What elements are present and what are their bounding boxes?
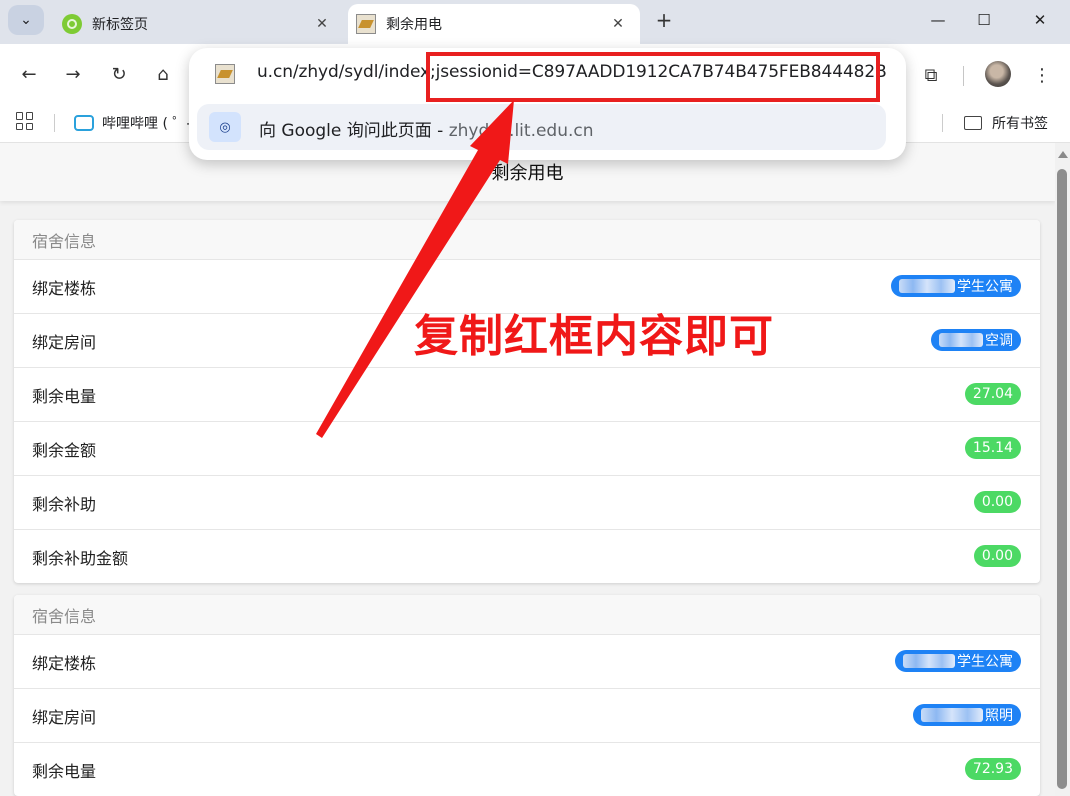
card-header: 宿舍信息 — [14, 595, 1040, 635]
list-item: 剩余电量 27.04 — [14, 368, 1040, 422]
list-item: 绑定楼栋 学生公寓 — [14, 635, 1040, 689]
tab-remaining-power[interactable]: 剩余用电 ✕ — [348, 4, 640, 44]
suggestion-domain: zhydec.lit.edu.cn — [448, 121, 594, 141]
extensions-icon[interactable]: ⧉ — [918, 62, 944, 88]
home-button[interactable]: ⌂ — [151, 62, 175, 86]
reload-button[interactable]: ↻ — [107, 62, 131, 86]
row-label: 绑定楼栋 — [32, 279, 97, 298]
page-title: 剩余用电 — [491, 163, 564, 184]
profile-avatar[interactable] — [985, 61, 1011, 87]
maximize-button[interactable]: ☐ — [970, 8, 998, 32]
page-viewport: 剩余用电 宿舍信息 绑定楼栋 学生公寓 绑定房间 空调 剩余电量 27.04 剩… — [0, 143, 1055, 796]
new-tab-button[interactable]: + — [652, 8, 676, 32]
forward-button[interactable]: → — [61, 62, 85, 86]
folder-icon — [964, 116, 982, 130]
tab-new-tab[interactable]: 新标签页 ✕ — [54, 4, 344, 44]
value-badge: 学生公寓 — [891, 275, 1021, 297]
redacted-text — [939, 333, 983, 347]
value-badge: 27.04 — [964, 383, 1021, 405]
toolbar-divider — [963, 66, 964, 86]
value-badge: 照明 — [913, 704, 1021, 726]
list-item: 剩余补助金额 0.00 — [14, 530, 1040, 583]
bookmarks-divider — [54, 114, 55, 132]
list-item: 剩余补助 0.00 — [14, 476, 1040, 530]
back-button[interactable]: ← — [17, 62, 41, 86]
tab-search-button[interactable]: ⌄ — [8, 5, 44, 35]
highlight-box — [426, 52, 880, 102]
annotation-text: 复制红框内容即可 — [414, 311, 774, 362]
suggestion-text: 向 Google 询问此页面 - zhydec.lit.edu.cn — [259, 116, 594, 141]
tab-strip: ⌄ 新标签页 ✕ 剩余用电 ✕ + — ☐ ✕ — [0, 0, 1070, 44]
row-label: 绑定楼栋 — [32, 654, 97, 673]
scroll-up-arrow-icon[interactable] — [1058, 151, 1068, 158]
site-favicon — [215, 64, 235, 84]
row-label: 剩余金额 — [32, 441, 97, 460]
scrollbar-thumb[interactable] — [1057, 169, 1067, 789]
row-label: 绑定房间 — [32, 333, 97, 352]
redacted-text — [899, 279, 955, 293]
all-bookmarks-label: 所有书签 — [992, 116, 1048, 132]
more-menu-icon[interactable]: ⋮ — [1032, 62, 1052, 88]
card-header: 宿舍信息 — [14, 220, 1040, 260]
value-badge: 学生公寓 — [895, 650, 1021, 672]
list-item: 剩余电量 72.93 — [14, 743, 1040, 796]
value-badge: 15.14 — [964, 437, 1021, 459]
dorm-info-card: 宿舍信息 绑定楼栋 学生公寓 绑定房间 照明 剩余电量 72.93 — [14, 595, 1040, 796]
row-label: 剩余电量 — [32, 762, 97, 781]
window-close-button[interactable]: ✕ — [1026, 8, 1054, 32]
value-badge: 0.00 — [973, 545, 1021, 567]
omnibox-suggestion[interactable]: ◎ 向 Google 询问此页面 - zhydec.lit.edu.cn — [197, 104, 886, 150]
chevron-down-icon: ⌄ — [20, 12, 32, 28]
tab-title: 新标签页 — [92, 17, 148, 33]
close-icon[interactable]: ✕ — [606, 12, 630, 36]
list-item: 剩余金额 15.14 — [14, 422, 1040, 476]
bookmarks-divider — [942, 114, 943, 132]
redacted-text — [921, 708, 983, 722]
value-badge: 0.00 — [973, 491, 1021, 513]
close-icon[interactable]: ✕ — [310, 12, 334, 36]
google-lens-icon: ◎ — [209, 112, 241, 142]
list-item: 绑定房间 照明 — [14, 689, 1040, 743]
row-label: 剩余补助金额 — [32, 549, 129, 568]
new-tab-icon — [62, 14, 82, 34]
row-label: 绑定房间 — [32, 708, 97, 727]
site-favicon — [356, 14, 376, 34]
tab-title: 剩余用电 — [386, 17, 442, 33]
minimize-button[interactable]: — — [924, 8, 952, 32]
suggestion-prefix: 向 Google 询问此页面 - — [259, 121, 449, 141]
apps-grid-icon[interactable] — [16, 112, 34, 130]
value-badge: 72.93 — [964, 758, 1021, 780]
redacted-text — [903, 654, 955, 668]
bilibili-icon — [74, 115, 94, 131]
page-scrollbar[interactable] — [1055, 143, 1070, 796]
all-bookmarks-button[interactable]: 所有书签 — [964, 112, 1048, 134]
dorm-info-card: 宿舍信息 绑定楼栋 学生公寓 绑定房间 空调 剩余电量 27.04 剩余金额 1… — [14, 220, 1040, 583]
row-label: 剩余电量 — [32, 387, 97, 406]
row-label: 剩余补助 — [32, 495, 97, 514]
value-badge: 空调 — [931, 329, 1021, 351]
